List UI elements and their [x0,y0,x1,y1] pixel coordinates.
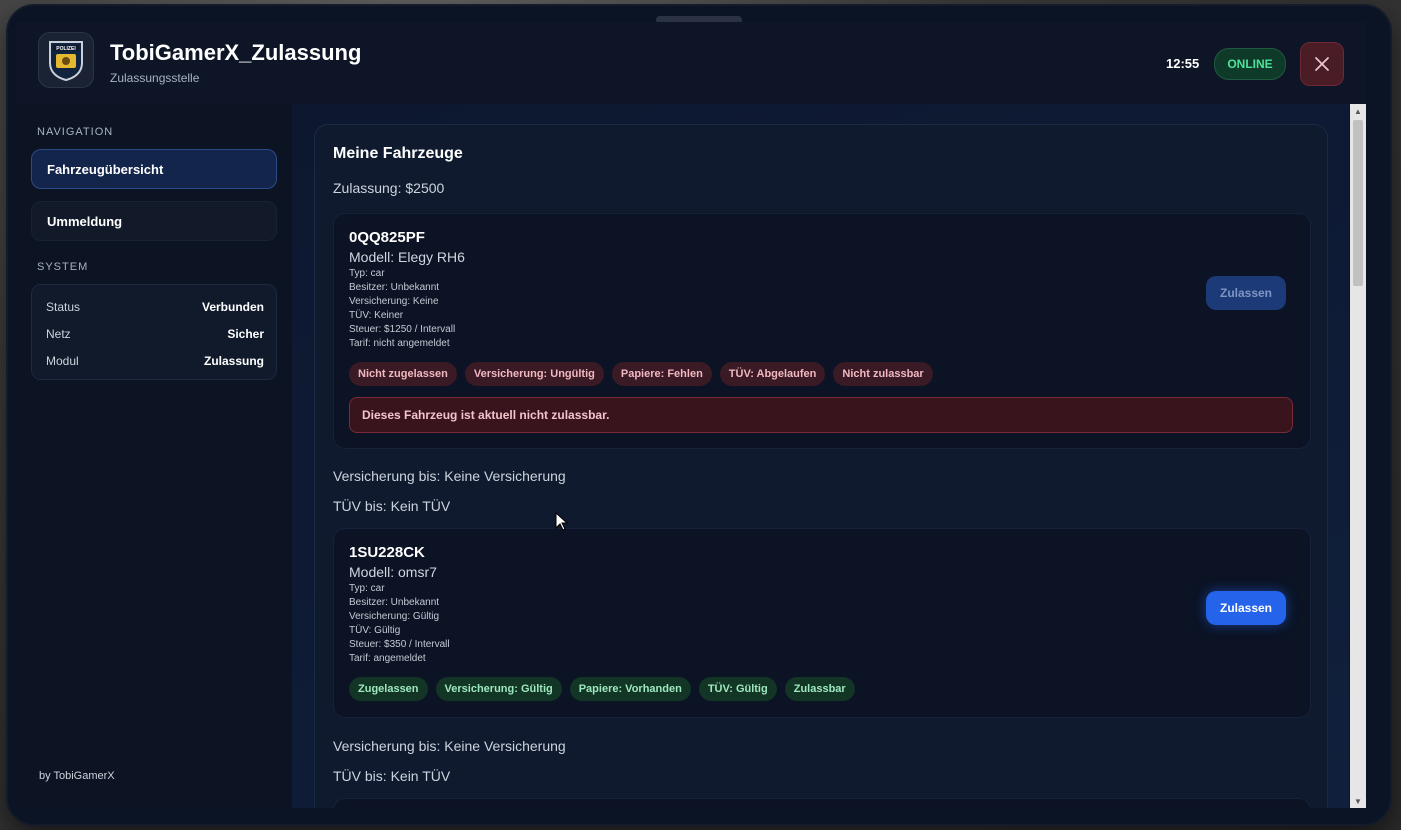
vehicle-insurance: Versicherung: Keine [349,296,439,307]
tuv-until: TÜV bis: Kein TÜV [333,768,451,784]
logo-text: POLIZEI [56,46,76,52]
system-row-modul: Modul Zulassung [46,354,264,370]
close-button[interactable] [1300,42,1344,86]
sidebar-item-fahrzeuguebersicht[interactable]: Fahrzeugübersicht [31,149,277,189]
register-button-disabled[interactable]: Zulassen [1206,276,1286,310]
vehicle-owner: Besitzer: Unbekannt [349,282,440,293]
status-badge: Versicherung: Gültig [435,677,562,701]
vehicles-panel: Meine Fahrzeuge Zulassung: $2500 0QQ825P… [314,124,1328,808]
status-badge: Nicht zulassbar [833,362,933,386]
vehicle-type: Typ: car [349,268,385,279]
vehicle-model: Modell: Elegy RH6 [349,249,465,265]
status-badge: Papiere: Vorhanden [569,677,691,701]
system-section-label: SYSTEM [37,261,89,273]
status-badge: ONLINE [1214,48,1286,80]
insurance-until: Versicherung bis: Keine Versicherung [333,738,566,754]
sidebar: NAVIGATION Fahrzeugübersicht Ummeldung S… [16,104,293,808]
status-badge: Zulassbar [784,677,855,701]
vehicle-tuv: TÜV: Keiner [349,310,404,321]
vehicle-plate: 0QQ825PF [349,229,425,246]
credit-text: by TobiGamerX [39,770,115,782]
vehicle-model: Modell: omsr7 [349,564,437,580]
system-value: Sicher [227,327,264,341]
nav-section-label: NAVIGATION [37,126,114,138]
close-icon [1315,57,1329,71]
app-title: TobiGamerX_Zulassung [110,40,362,65]
vehicle-card [333,798,1311,808]
mouse-cursor-icon [555,512,569,531]
insurance-until: Versicherung bis: Keine Versicherung [333,468,566,484]
app-subtitle: Zulassungsstelle [110,71,200,85]
system-value: Zulassung [203,354,264,368]
app-header: POLIZEI TobiGamerX_Zulassung Zulassungss… [16,22,1366,105]
status-badges: Nicht zugelassen Versicherung: Ungültig … [349,362,933,386]
system-row-netz: Netz Sicher [46,327,264,343]
status-badge: TÜV: Abgelaufen [719,362,826,386]
tuv-until: TÜV bis: Kein TÜV [333,498,451,514]
registration-fee: Zulassung: $2500 [333,180,445,196]
system-key: Status [46,300,81,314]
status-badge: Papiere: Fehlen [611,362,712,386]
system-key: Netz [46,327,71,341]
vehicle-tariff: Tarif: angemeldet [349,653,426,664]
status-badges: Zugelassen Versicherung: Gültig Papiere:… [349,677,855,701]
vehicle-tariff: Tarif: nicht angemeldet [349,338,450,349]
vehicle-card: 0QQ825PF Modell: Elegy RH6 Typ: car Besi… [333,213,1311,449]
system-value: Verbunden [201,300,264,314]
register-button[interactable]: Zulassen [1206,591,1286,625]
clock: 12:55 [1166,56,1200,71]
status-badge: Zugelassen [349,677,428,701]
vehicle-owner: Besitzer: Unbekannt [349,597,440,608]
scrollbar[interactable]: ▲ ▼ [1350,104,1366,808]
vehicle-plate: 1SU228CK [349,544,425,561]
main-content[interactable]: Meine Fahrzeuge Zulassung: $2500 0QQ825P… [292,104,1349,808]
vehicle-insurance: Versicherung: Gültig [349,611,440,622]
page-title: Meine Fahrzeuge [333,145,463,162]
scroll-thumb[interactable] [1353,120,1363,286]
vehicle-tuv: TÜV: Gültig [349,625,401,636]
vehicle-tax: Steuer: $1250 / Intervall [349,324,456,335]
vehicle-tax: Steuer: $350 / Intervall [349,639,450,650]
system-info-box: Status Verbunden Netz Sicher Modul Zulas… [31,284,277,380]
warning-alert: Dieses Fahrzeug ist aktuell nicht zulass… [349,397,1293,433]
vehicle-card: 1SU228CK Modell: omsr7 Typ: car Besitzer… [333,528,1311,718]
system-key: Modul [46,354,79,368]
system-row-status: Status Verbunden [46,300,264,316]
sidebar-item-ummeldung[interactable]: Ummeldung [31,201,277,241]
vehicle-type: Typ: car [349,583,385,594]
status-badge: Versicherung: Ungültig [464,362,604,386]
scroll-up-arrow-icon[interactable]: ▲ [1350,104,1366,118]
status-badge: TÜV: Gültig [698,677,777,701]
scroll-down-arrow-icon[interactable]: ▼ [1350,794,1366,808]
police-badge-icon: POLIZEI [38,32,94,88]
status-badge: Nicht zugelassen [349,362,457,386]
